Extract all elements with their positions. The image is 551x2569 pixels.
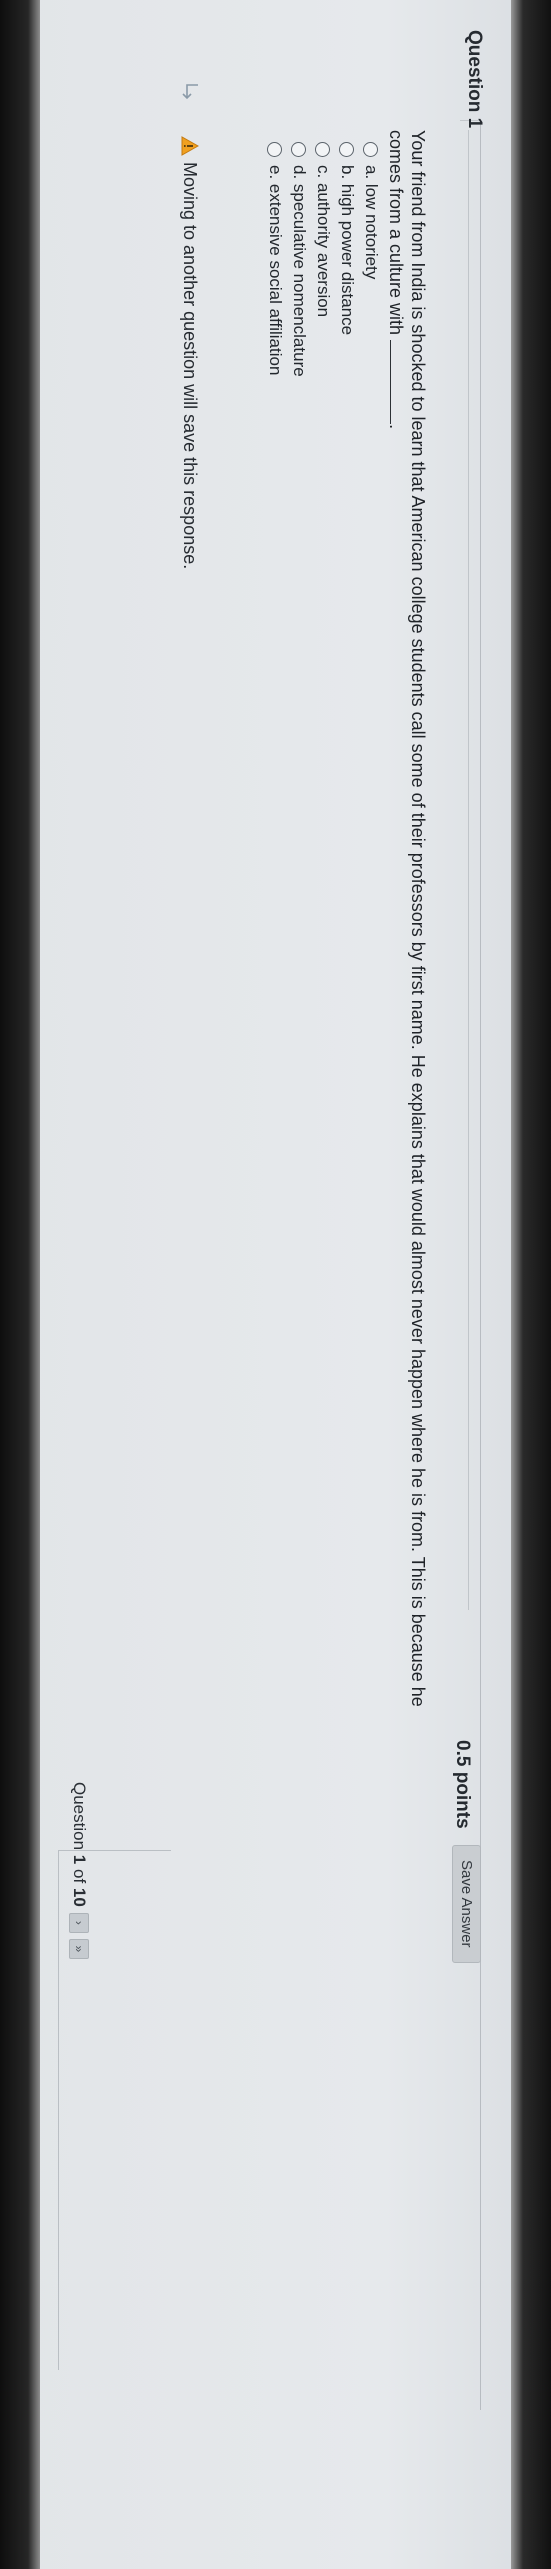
option-c[interactable]: c. authority aversion xyxy=(311,142,335,377)
radio-button[interactable] xyxy=(267,142,283,157)
option-label: c. authority aversion xyxy=(314,165,333,318)
option-label: e. extensive social affiliation xyxy=(266,165,285,376)
option-b[interactable]: b. high power distance xyxy=(335,142,359,377)
option-a[interactable]: a. low notoriety xyxy=(359,142,383,377)
monitor-bezel-bottom xyxy=(0,0,40,2569)
option-label: b. high power distance xyxy=(338,165,357,336)
footer-divider xyxy=(58,1850,59,2370)
double-chevron-icon[interactable]: » xyxy=(69,1938,89,1959)
screen: Question 1 0.5 points Save Answer Your f… xyxy=(0,0,551,2569)
answer-options: a. low notoriety b. high power distance … xyxy=(263,142,383,377)
option-e[interactable]: e. extensive social affiliation xyxy=(263,142,287,377)
return-arrow-icon xyxy=(182,84,198,100)
question-text: Your friend from India is shocked to lea… xyxy=(385,130,429,1730)
radio-button[interactable] xyxy=(291,142,307,157)
save-notice-text: Moving to another question will save thi… xyxy=(180,162,201,570)
save-answer-button[interactable]: Save Answer xyxy=(452,1845,481,1963)
question-title: Question 1 xyxy=(464,30,485,129)
counter-prefix: Question xyxy=(70,1782,89,1851)
monitor-bezel-top xyxy=(511,0,551,2569)
question-points: 0.5 points xyxy=(452,1740,473,1829)
counter-of: of xyxy=(70,1868,89,1884)
question-text-after: . xyxy=(386,424,406,430)
radio-button[interactable] xyxy=(315,142,331,157)
question-counter: Question 1 of 10 › » xyxy=(69,1782,89,1959)
answer-blank xyxy=(390,340,405,425)
radio-button[interactable] xyxy=(339,142,355,157)
option-label: a. low notoriety xyxy=(362,165,381,280)
next-arrow-icon[interactable]: › xyxy=(69,1912,89,1933)
option-label: d. speculative nomenclature xyxy=(290,165,309,377)
radio-button[interactable] xyxy=(363,142,379,157)
counter-total: 10 xyxy=(70,1887,89,1907)
warning-icon xyxy=(181,136,199,156)
counter-current: 1 xyxy=(70,1854,89,1865)
header-strip xyxy=(460,120,480,1821)
option-d[interactable]: d. speculative nomenclature xyxy=(287,142,311,377)
header-divider xyxy=(468,130,469,1610)
save-notice: Moving to another question will save thi… xyxy=(179,80,201,569)
